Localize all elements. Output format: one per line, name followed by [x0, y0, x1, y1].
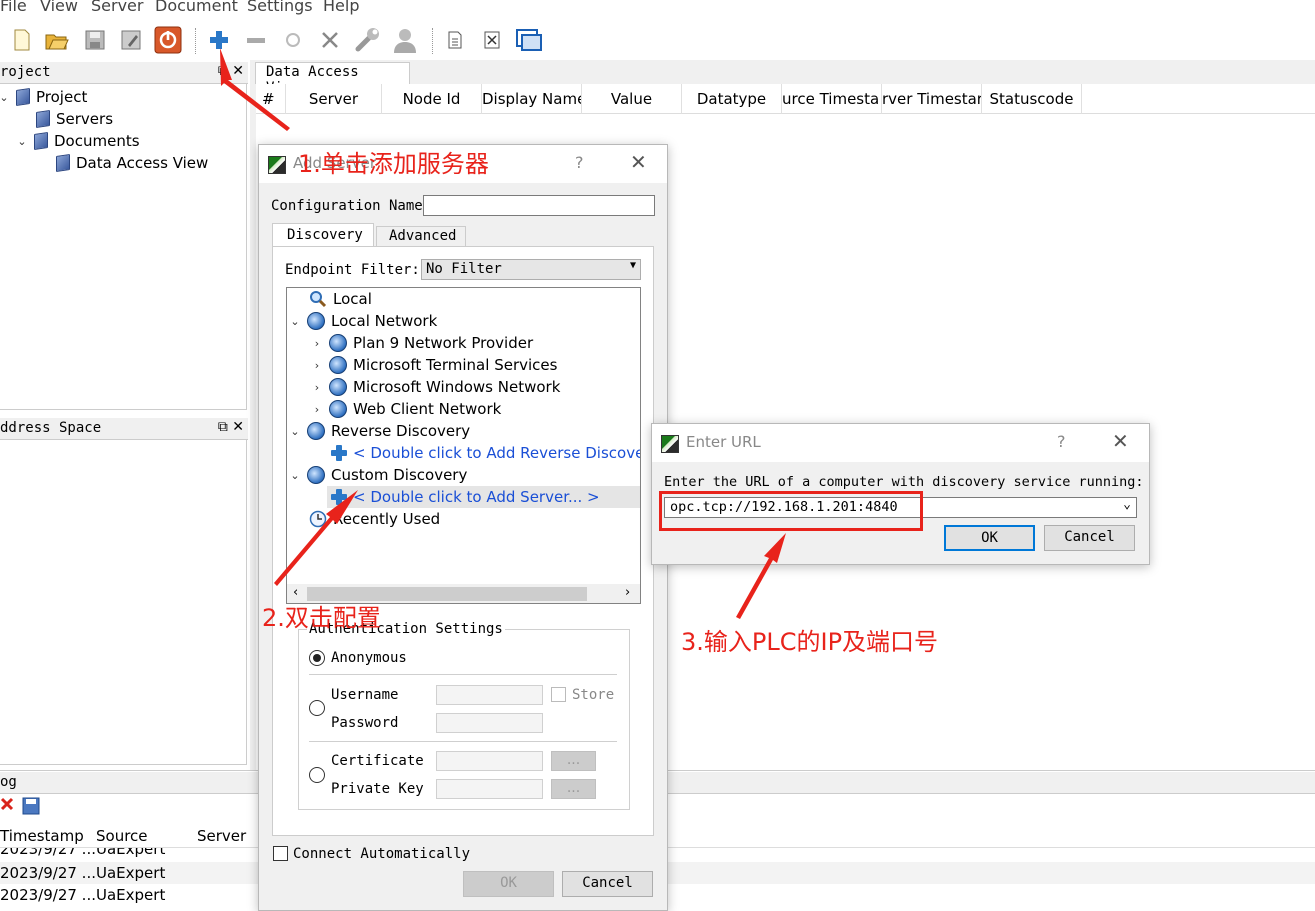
annotation-arrows — [220, 48, 786, 619]
annotation-step1: 1.单击添加服务器 — [298, 150, 489, 178]
arrow-step3 — [736, 533, 786, 619]
annotation-step2: 2.双击配置 — [262, 604, 381, 632]
arrow-step1 — [220, 48, 290, 131]
annotation-step3: 3.输入PLC的IP及端口号 — [681, 628, 939, 656]
arrow-step2 — [274, 490, 358, 586]
